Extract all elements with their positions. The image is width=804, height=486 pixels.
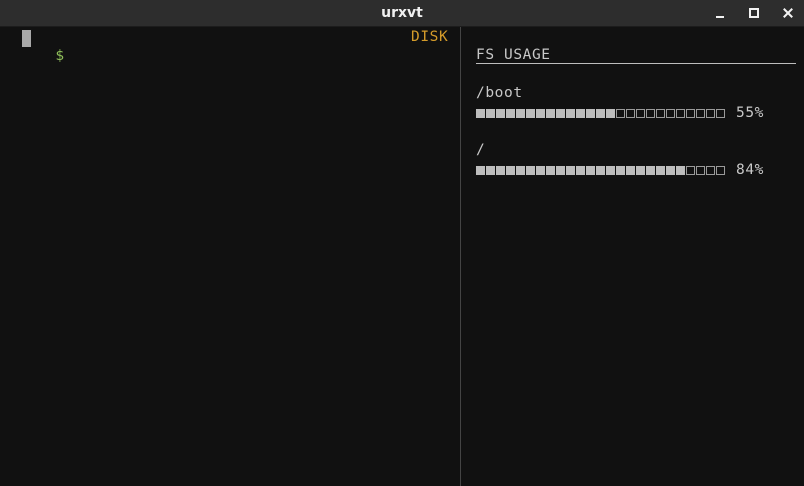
text-cursor[interactable] xyxy=(22,30,31,47)
close-button[interactable] xyxy=(779,4,797,22)
usage-segment-empty xyxy=(616,109,625,118)
title-underline xyxy=(476,63,796,64)
usage-segment-filled xyxy=(546,109,555,118)
usage-segment-filled xyxy=(596,166,605,175)
usage-segment-empty xyxy=(716,166,725,175)
usage-bar xyxy=(476,109,726,118)
usage-segment-filled xyxy=(576,109,585,118)
mount-path: / xyxy=(476,142,486,158)
usage-percent: 84% xyxy=(736,162,764,178)
usage-segment-empty xyxy=(706,166,715,175)
close-icon xyxy=(783,8,793,18)
title-bar[interactable]: urxvt xyxy=(0,0,804,27)
usage-segment-filled xyxy=(506,109,515,118)
usage-segment-filled xyxy=(626,166,635,175)
usage-segment-empty xyxy=(706,109,715,118)
usage-segment-empty xyxy=(696,166,705,175)
usage-segment-filled xyxy=(616,166,625,175)
prompt-symbol: $ xyxy=(55,48,65,64)
usage-segment-empty xyxy=(646,109,655,118)
usage-segment-empty xyxy=(636,109,645,118)
usage-segment-filled xyxy=(576,166,585,175)
usage-segment-filled xyxy=(636,166,645,175)
usage-segment-empty xyxy=(686,166,695,175)
usage-segment-filled xyxy=(656,166,665,175)
usage-segment-filled xyxy=(476,109,485,118)
pane-divider xyxy=(460,27,461,486)
usage-segment-filled xyxy=(606,109,615,118)
minimize-button[interactable] xyxy=(711,4,729,22)
usage-segment-empty xyxy=(626,109,635,118)
usage-segment-empty xyxy=(676,109,685,118)
usage-segment-filled xyxy=(676,166,685,175)
usage-segment-filled xyxy=(536,166,545,175)
usage-segment-filled xyxy=(476,166,485,175)
usage-segment-filled xyxy=(536,109,545,118)
usage-segment-filled xyxy=(546,166,555,175)
terminal-window: urxvt $ DISK FS USAGE /boot 55% / 84% xyxy=(0,0,804,486)
maximize-button[interactable] xyxy=(745,4,763,22)
usage-segment-filled xyxy=(566,166,575,175)
panel-title: FS USAGE xyxy=(476,47,551,63)
maximize-icon xyxy=(749,8,759,18)
usage-segment-filled xyxy=(586,109,595,118)
usage-segment-filled xyxy=(556,166,565,175)
usage-segment-empty xyxy=(656,109,665,118)
usage-segment-filled xyxy=(516,109,525,118)
usage-segment-filled xyxy=(646,166,655,175)
usage-segment-filled xyxy=(526,109,535,118)
usage-segment-filled xyxy=(586,166,595,175)
usage-segment-filled xyxy=(506,166,515,175)
usage-segment-filled xyxy=(496,166,505,175)
usage-segment-filled xyxy=(666,166,675,175)
minimize-icon xyxy=(716,16,724,18)
usage-segment-filled xyxy=(526,166,535,175)
usage-segment-filled xyxy=(606,166,615,175)
mount-path: /boot xyxy=(476,85,523,101)
command-prompt: $ xyxy=(3,29,64,64)
usage-percent: 55% xyxy=(736,105,764,121)
usage-bar xyxy=(476,166,726,175)
usage-segment-empty xyxy=(686,109,695,118)
usage-segment-filled xyxy=(596,109,605,118)
usage-segment-filled xyxy=(486,166,495,175)
usage-segment-empty xyxy=(696,109,705,118)
usage-segment-filled xyxy=(566,109,575,118)
usage-segment-filled xyxy=(496,109,505,118)
usage-segment-empty xyxy=(716,109,725,118)
usage-segment-filled xyxy=(516,166,525,175)
window-title: urxvt xyxy=(381,5,423,21)
pane-label: DISK xyxy=(411,29,449,45)
usage-segment-filled xyxy=(556,109,565,118)
usage-segment-filled xyxy=(486,109,495,118)
terminal-area[interactable]: $ DISK FS USAGE /boot 55% / 84% xyxy=(0,27,804,486)
usage-segment-empty xyxy=(666,109,675,118)
